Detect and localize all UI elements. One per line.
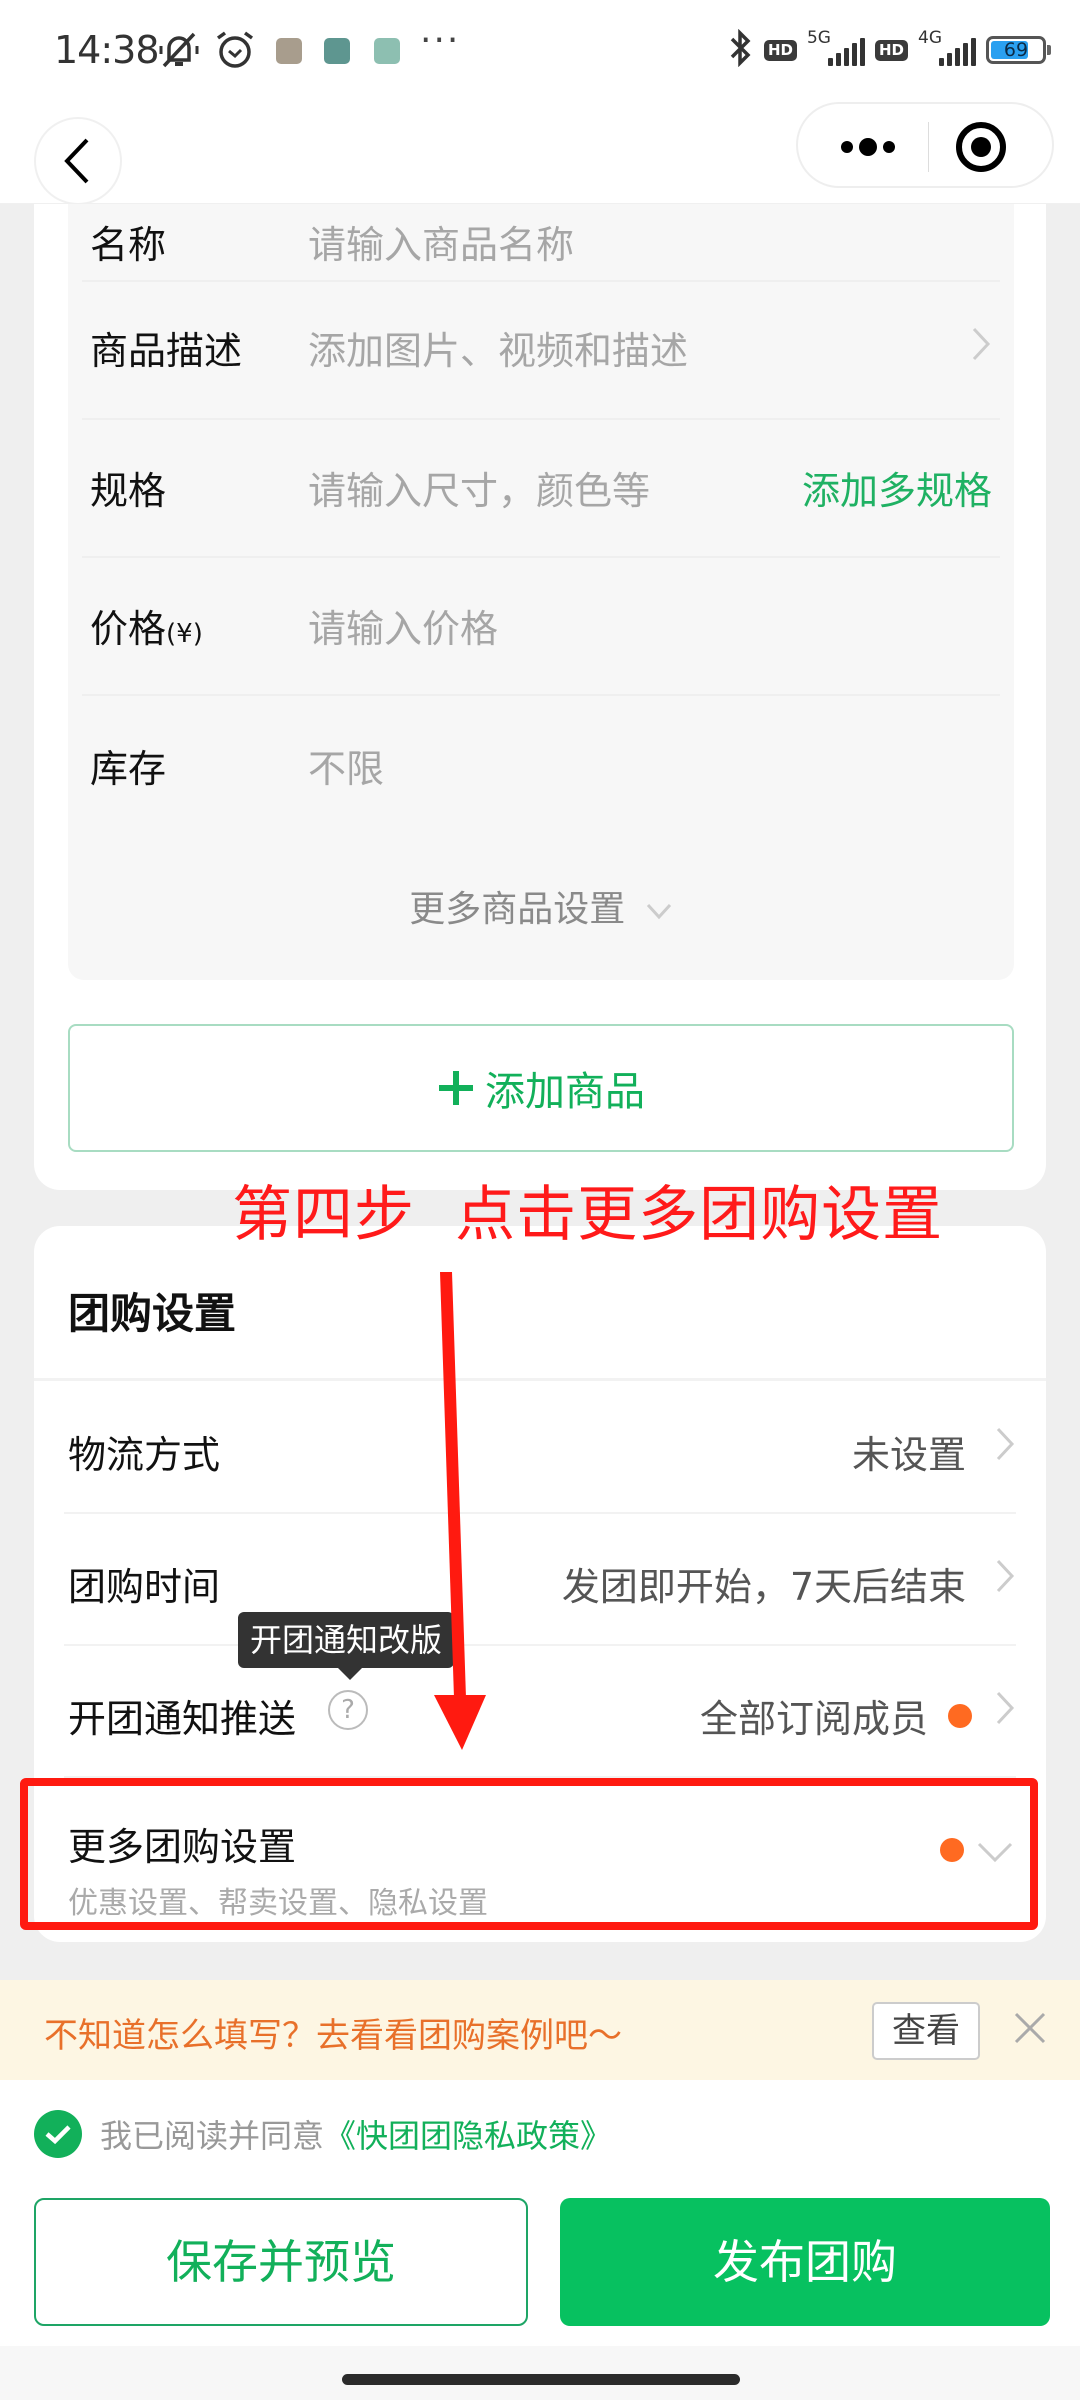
stock-input[interactable]: 不限 xyxy=(308,738,384,793)
product-form: 名称 请输入商品名称 商品描述 添加图片、视频和描述 规格 请输入尺寸，颜色等 … xyxy=(68,204,1014,980)
chevron-right-icon xyxy=(996,1691,1015,1725)
field-stock[interactable]: 库存 不限 xyxy=(68,696,1014,834)
view-examples-button[interactable]: 查看 xyxy=(872,2002,980,2060)
field-price[interactable]: 价格(¥) 请输入价格 xyxy=(68,558,1014,696)
name-input[interactable]: 请输入商品名称 xyxy=(308,214,574,269)
tip-bar: 不知道怎么填写？去看看团购案例吧～ 查看 xyxy=(0,1980,1080,2080)
status-bar: 14:38 ··· HD 5G HD 4G 69 xyxy=(0,0,1080,100)
row-label: 物流方式 xyxy=(68,1433,221,1477)
row-value: 全部订阅成员 xyxy=(699,1697,928,1741)
row-label: 团购时间 xyxy=(68,1565,221,1609)
field-name[interactable]: 名称 请输入商品名称 xyxy=(68,144,1014,282)
chevron-down-icon xyxy=(646,903,671,920)
plus-icon xyxy=(439,1071,473,1105)
description-input[interactable]: 添加图片、视频和描述 xyxy=(308,320,688,375)
row-label: 开团通知推送 xyxy=(68,1697,297,1741)
tip-text: 不知道怎么填写？去看看团购案例吧～ xyxy=(44,2016,622,2056)
row-value: 未设置 xyxy=(851,1433,966,1477)
overflow-dots-icon: ··· xyxy=(420,20,461,61)
save-preview-button[interactable]: 保存并预览 xyxy=(34,2198,528,2326)
row-group-time[interactable]: 团购时间 发团即开始，7天后结束 xyxy=(34,1514,1046,1646)
spec-input[interactable]: 请输入尺寸，颜色等 xyxy=(308,460,650,515)
status-right-icons: HD 5G HD 4G 69 xyxy=(728,28,1051,72)
product-card: 名称 请输入商品名称 商品描述 添加图片、视频和描述 规格 请输入尺寸，颜色等 … xyxy=(34,204,1046,1190)
notice-dot xyxy=(948,1704,972,1728)
qq-app-icon xyxy=(276,38,302,64)
price-input[interactable]: 请输入价格 xyxy=(308,598,498,653)
mute-bell-icon xyxy=(156,30,202,74)
row-value: 发团即开始，7天后结束 xyxy=(561,1565,966,1609)
field-spec[interactable]: 规格 请输入尺寸，颜色等 添加多规格 xyxy=(68,420,1014,558)
chevron-right-icon xyxy=(996,1427,1015,1461)
hd-icon: HD xyxy=(763,39,797,61)
field-label: 库存 xyxy=(90,747,167,791)
more-product-settings[interactable]: 更多商品设置 xyxy=(68,880,1014,932)
alarm-icon xyxy=(214,30,256,74)
privacy-agreement: 我已阅读并同意 《快团团隐私政策》 xyxy=(34,2110,612,2158)
gesture-area xyxy=(0,2346,1080,2400)
bluetooth-icon xyxy=(728,28,754,71)
footer: 我已阅读并同意 《快团团隐私政策》 保存并预览 发布团购 xyxy=(0,2080,1080,2346)
field-label: 规格 xyxy=(90,469,167,513)
row-logistics[interactable]: 物流方式 未设置 xyxy=(34,1382,1046,1514)
chevron-right-icon xyxy=(972,327,991,361)
chevron-right-icon xyxy=(996,1559,1015,1593)
card-app-icon xyxy=(324,38,350,64)
field-description[interactable]: 商品描述 添加图片、视频和描述 xyxy=(68,282,1014,420)
publish-button[interactable]: 发布团购 xyxy=(560,2198,1050,2326)
alipay-app-icon xyxy=(374,38,400,64)
add-product-button[interactable]: 添加商品 xyxy=(68,1024,1014,1152)
annotation-text: 第四步 点击更多团购设置 xyxy=(232,1180,944,1250)
annotation-highlight-box xyxy=(20,1778,1038,1930)
5g-signal-icon: 5G xyxy=(807,28,865,70)
privacy-policy-link[interactable]: 《快团团隐私政策》 xyxy=(324,2111,612,2157)
add-multi-spec-link[interactable]: 添加多规格 xyxy=(802,460,992,515)
hd-icon: HD xyxy=(874,39,908,61)
4g-signal-icon: 4G xyxy=(918,28,976,70)
row-notification[interactable]: 开团通知推送 ? 全部订阅成员 xyxy=(34,1646,1046,1778)
agree-checkbox[interactable] xyxy=(34,2110,82,2158)
close-icon[interactable] xyxy=(1010,2008,1050,2048)
notification-tooltip: 开团通知改版 xyxy=(238,1612,455,1680)
field-label: 价格(¥) xyxy=(90,607,203,651)
field-label: 名称 xyxy=(90,223,167,267)
field-label: 商品描述 xyxy=(90,329,243,373)
checkmark-icon xyxy=(45,2125,71,2145)
section-title: 团购设置 xyxy=(68,1289,237,1338)
help-icon[interactable]: ? xyxy=(328,1690,368,1730)
battery-icon: 69 xyxy=(986,36,1051,64)
agree-text: 我已阅读并同意 xyxy=(100,2117,325,2155)
home-indicator[interactable] xyxy=(342,2374,740,2385)
status-time: 14:38 xyxy=(54,28,160,72)
